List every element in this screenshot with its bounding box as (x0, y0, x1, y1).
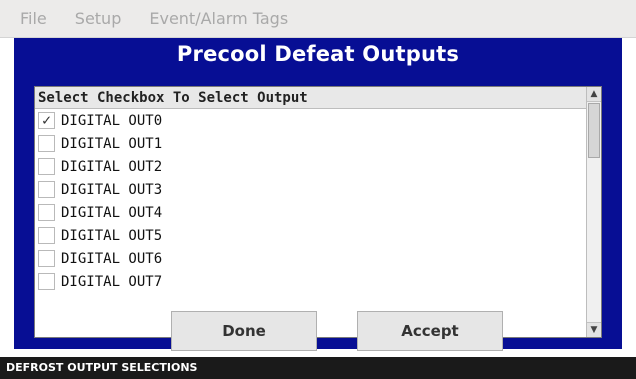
checkbox-digital-out4[interactable] (38, 204, 55, 221)
list-item[interactable]: DIGITAL OUT4 (35, 201, 587, 224)
checkbox-digital-out5[interactable] (38, 227, 55, 244)
checkbox-digital-out6[interactable] (38, 250, 55, 267)
output-label: DIGITAL OUT2 (61, 158, 163, 175)
checkbox-digital-out7[interactable] (38, 273, 55, 290)
output-label: DIGITAL OUT4 (61, 204, 163, 221)
list-item[interactable]: DIGITAL OUT5 (35, 224, 587, 247)
output-label: DIGITAL OUT5 (61, 227, 163, 244)
checkbox-digital-out1[interactable] (38, 135, 55, 152)
list-scrollbar[interactable]: ▲ ▼ (586, 87, 601, 337)
checkbox-digital-out0[interactable]: ✓ (38, 112, 55, 129)
menu-event-alarm-tags[interactable]: Event/Alarm Tags (139, 9, 298, 28)
precool-defeat-outputs-window: Precool Defeat Outputs Select Checkbox T… (14, 38, 622, 351)
window-title: Precool Defeat Outputs (176, 42, 460, 66)
menu-file[interactable]: File (10, 9, 57, 28)
list-item[interactable]: DIGITAL OUT3 (35, 178, 587, 201)
scroll-down-icon[interactable]: ▼ (587, 322, 601, 337)
output-label: DIGITAL OUT7 (61, 273, 163, 290)
list-item[interactable]: DIGITAL OUT2 (35, 155, 587, 178)
status-bar: DEFROST OUTPUT SELECTIONS (0, 357, 636, 379)
output-listbox[interactable]: Select Checkbox To Select Output ✓ DIGIT… (34, 86, 602, 338)
output-label: DIGITAL OUT0 (61, 112, 163, 129)
list-header: Select Checkbox To Select Output (35, 87, 587, 109)
list-item[interactable]: DIGITAL OUT1 (35, 132, 587, 155)
checkbox-digital-out2[interactable] (38, 158, 55, 175)
checkbox-digital-out3[interactable] (38, 181, 55, 198)
output-label: DIGITAL OUT6 (61, 250, 163, 267)
menu-setup[interactable]: Setup (65, 9, 132, 28)
list-item[interactable]: DIGITAL OUT6 (35, 247, 587, 270)
scroll-up-icon[interactable]: ▲ (587, 87, 601, 102)
menu-bar: File Setup Event/Alarm Tags (0, 0, 636, 38)
scroll-thumb[interactable] (588, 103, 600, 158)
checkmark-icon: ✓ (41, 111, 52, 129)
list-item[interactable]: DIGITAL OUT7 (35, 270, 587, 293)
output-rows: ✓ DIGITAL OUT0 DIGITAL OUT1 DIGITAL OUT2… (35, 109, 587, 337)
output-label: DIGITAL OUT1 (61, 135, 163, 152)
output-label: DIGITAL OUT3 (61, 181, 163, 198)
accept-button[interactable]: Accept (357, 311, 503, 351)
list-item[interactable]: ✓ DIGITAL OUT0 (35, 109, 587, 132)
done-button[interactable]: Done (171, 311, 317, 351)
